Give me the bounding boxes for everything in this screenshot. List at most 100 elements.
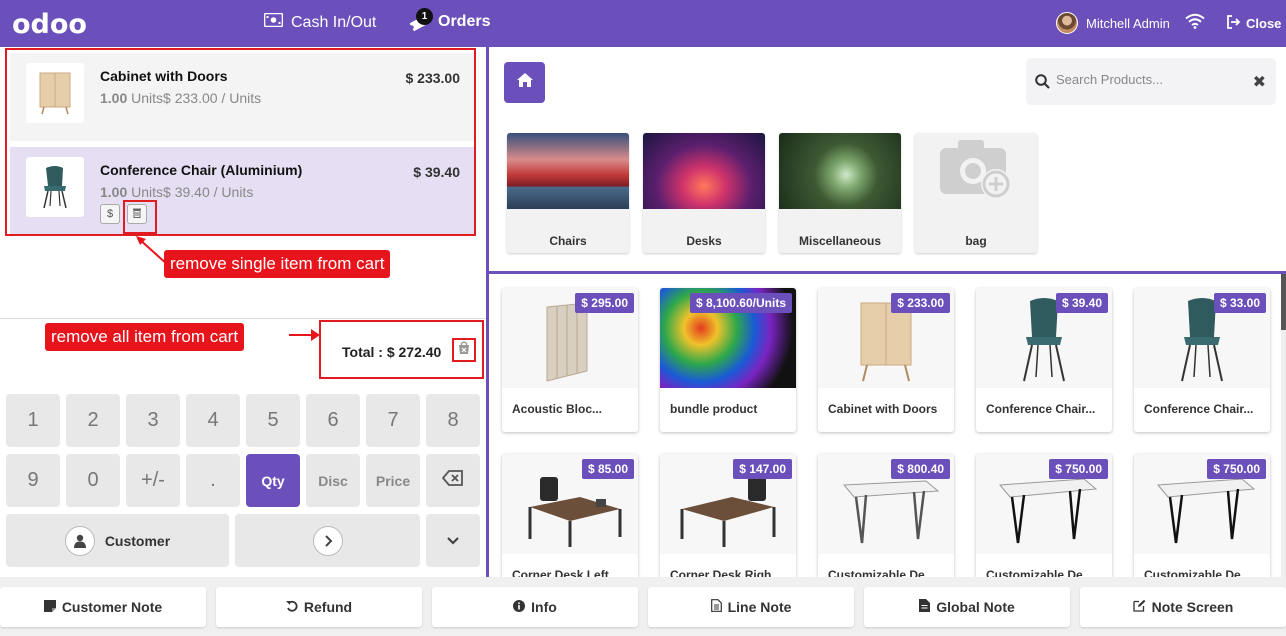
global-note-label: Global Note: [936, 599, 1015, 615]
numpad-key-5[interactable]: 5: [246, 394, 300, 447]
undo-icon: [285, 599, 298, 615]
numpad-backspace[interactable]: [426, 454, 480, 507]
payment-button[interactable]: [235, 514, 420, 567]
refund-label: Refund: [303, 599, 353, 615]
chevron-down-icon: [446, 529, 460, 552]
ticket-icon: 1: [408, 8, 433, 31]
sticky-note-icon: [43, 599, 56, 615]
order-total: Total : $ 272.40: [342, 344, 442, 360]
product-price-tag: $ 750.00: [1207, 459, 1266, 479]
numpad-mode-qty[interactable]: Qty: [246, 454, 300, 507]
product-search[interactable]: ✖: [1026, 58, 1276, 105]
product-card[interactable]: $ 295.00 Acoustic Bloc...: [502, 288, 638, 432]
category-chairs[interactable]: Chairs: [507, 133, 629, 253]
divider: [0, 318, 486, 319]
user-icon: [64, 525, 95, 556]
info-icon: [513, 599, 526, 615]
chevron-right-icon: [312, 525, 343, 556]
file-icon: [919, 599, 931, 615]
product-price-tag: $ 800.40: [891, 459, 950, 479]
cash-in-out-button[interactable]: Cash In/Out: [263, 12, 376, 32]
customer-button[interactable]: Customer: [6, 514, 229, 567]
user-name: Mitchell Admin: [1086, 15, 1170, 31]
customer-note-button[interactable]: Customer Note: [0, 587, 206, 627]
category-image: [643, 133, 765, 209]
avatar: [1056, 12, 1078, 34]
numpad-key-3[interactable]: 3: [126, 394, 180, 447]
numpad-key-4[interactable]: 4: [186, 394, 240, 447]
edit-icon: [1132, 599, 1146, 615]
info-button[interactable]: Info: [432, 587, 638, 627]
numpad-key-plus-minus[interactable]: +/-: [126, 454, 180, 507]
category-label: bag: [965, 234, 987, 248]
product-name: Cabinet with Doors: [828, 402, 938, 416]
product-card[interactable]: $ 233.00 Cabinet with Doors: [818, 288, 954, 432]
control-buttons-bar: Customer Note Refund Info Line Note Glob…: [0, 577, 1286, 636]
customer-label: Customer: [104, 532, 171, 549]
refund-button[interactable]: Refund: [216, 587, 422, 627]
product-list-scrollbar[interactable]: [1281, 274, 1286, 577]
bag-icon: [457, 341, 471, 360]
category-miscellaneous[interactable]: Miscellaneous: [779, 133, 901, 253]
product-card[interactable]: $ 8,100.60/Units bundle product: [660, 288, 796, 432]
file-text-icon: [710, 599, 722, 615]
product-price-tag: $ 39.40: [1055, 293, 1108, 313]
category-desks[interactable]: Desks: [643, 133, 765, 253]
line-note-label: Line Note: [727, 599, 792, 615]
product-price-tag: $ 85.00: [581, 459, 634, 479]
remove-all-callout: remove all item from cart: [45, 323, 245, 351]
numpad-key-decimal[interactable]: .: [186, 454, 240, 507]
close-label: Close: [1246, 16, 1282, 31]
panel-divider: [486, 47, 489, 577]
product-card[interactable]: $ 39.40 Conference Chair...: [976, 288, 1112, 432]
numpad-mode-disc[interactable]: Disc: [306, 454, 360, 507]
clear-search-icon[interactable]: ✖: [1253, 72, 1266, 92]
user-menu[interactable]: Mitchell Admin: [1056, 12, 1170, 34]
numpad-mode-price[interactable]: Price: [366, 454, 420, 507]
product-name: bundle product: [670, 402, 758, 416]
numpad-key-8[interactable]: 8: [426, 394, 480, 447]
category-image: [779, 133, 901, 209]
camera-plus-icon: [936, 136, 1016, 207]
numpad-key-9[interactable]: 9: [6, 454, 60, 507]
product-price-tag: $ 750.00: [1049, 459, 1108, 479]
product-price-tag: $ 8,100.60/Units: [689, 293, 792, 313]
product-card[interactable]: $ 33.00 Conference Chair...: [1134, 288, 1270, 432]
category-image: [915, 133, 1037, 209]
order-lines-highlight: [5, 48, 476, 236]
info-label: Info: [531, 599, 557, 615]
more-actions-button[interactable]: [426, 514, 480, 567]
numpad-key-6[interactable]: 6: [306, 394, 360, 447]
search-input[interactable]: [1056, 72, 1236, 87]
product-price-tag: $ 233.00: [891, 293, 950, 313]
orders-label: Orders: [438, 13, 491, 30]
product-name: Acoustic Bloc...: [512, 402, 603, 416]
category-label: Chairs: [549, 234, 587, 248]
line-note-button[interactable]: Line Note: [648, 587, 854, 627]
product-price-tag: $ 295.00: [575, 293, 634, 313]
orders-count-badge: 1: [416, 8, 433, 25]
close-button[interactable]: Close: [1226, 15, 1281, 32]
customer-note-label: Customer Note: [61, 599, 163, 615]
trash-button-highlight: [123, 200, 157, 234]
category-label: Miscellaneous: [798, 234, 882, 248]
numpad-key-1[interactable]: 1: [6, 394, 60, 447]
global-note-button[interactable]: Global Note: [864, 587, 1070, 627]
numpad-key-2[interactable]: 2: [66, 394, 120, 447]
backspace-icon: [441, 469, 464, 492]
clear-cart-button[interactable]: [455, 341, 473, 359]
odoo-logo[interactable]: odoo: [12, 9, 87, 40]
category-label: Desks: [686, 234, 722, 248]
category-bag[interactable]: bag: [915, 133, 1037, 253]
search-icon: [1035, 74, 1050, 94]
numpad-key-7[interactable]: 7: [366, 394, 420, 447]
numpad-key-0[interactable]: 0: [66, 454, 120, 507]
wifi-icon: [1185, 13, 1205, 34]
product-price-tag: $ 33.00: [1213, 293, 1266, 313]
scrollbar-thumb[interactable]: [1281, 274, 1286, 330]
home-category-button[interactable]: [504, 62, 545, 103]
orders-button[interactable]: 1 Orders: [408, 8, 491, 31]
callout-arrow: [289, 329, 320, 341]
note-screen-button[interactable]: Note Screen: [1080, 587, 1286, 627]
remove-single-callout: remove single item from cart: [164, 250, 391, 278]
